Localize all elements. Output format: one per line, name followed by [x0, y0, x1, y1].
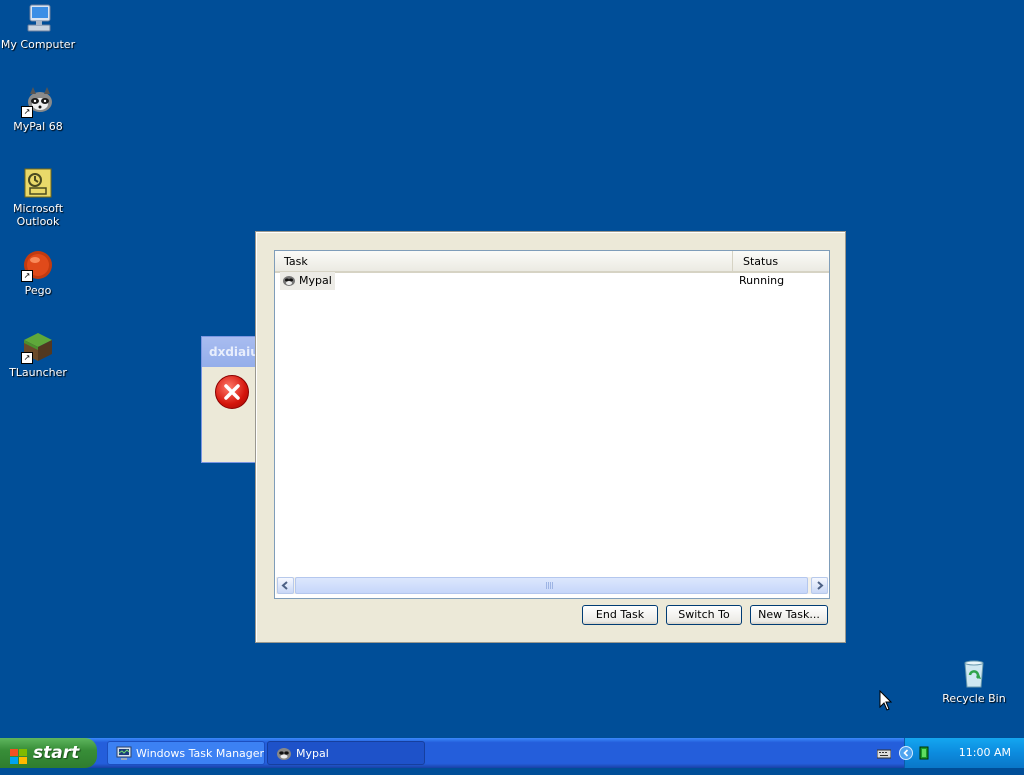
column-header-task[interactable]: Task	[275, 251, 733, 271]
task-list-header: Task Status	[275, 251, 829, 273]
raccoon-icon	[282, 274, 296, 287]
scrollbar-grip	[546, 582, 554, 589]
chevron-right-icon	[817, 581, 824, 590]
scrollbar-thumb[interactable]	[295, 577, 808, 594]
shortcut-arrow-icon: ↗	[21, 106, 33, 118]
taskbar-item-mypal[interactable]: Mypal	[267, 741, 425, 765]
my-computer-icon	[22, 3, 54, 35]
task-manager-window: Task Status Mypal Running End Task Switc…	[255, 231, 846, 643]
new-task-button[interactable]: New Task...	[750, 605, 828, 625]
error-dialog-title[interactable]: dxdiaiu	[202, 337, 262, 367]
error-dialog[interactable]: dxdiaiu	[201, 336, 263, 463]
start-label: start	[33, 743, 80, 763]
taskbar-item-task-manager[interactable]: Windows Task Manager	[107, 741, 265, 765]
taskbar: start Windows Task Manager Mypal 11:00 A…	[0, 738, 1024, 768]
desktop-icon-label: TLauncher	[9, 366, 67, 379]
desktop-icon-mypal[interactable]: ↗ MyPal 68	[0, 85, 76, 133]
horizontal-scrollbar[interactable]	[276, 577, 828, 594]
task-name-label: Mypal	[299, 274, 332, 287]
desktop-icon-my-computer[interactable]: My Computer	[0, 3, 76, 51]
pego-icon: ↗	[21, 249, 54, 282]
shortcut-arrow-icon: ↗	[21, 352, 33, 364]
raccoon-icon: ↗	[21, 85, 54, 118]
desktop-icon-label: Recycle Bin	[942, 692, 1006, 705]
grass-block-icon: ↗	[21, 331, 54, 364]
windows-flag-icon	[10, 745, 28, 764]
battery-icon[interactable]	[917, 746, 931, 760]
keyboard-icon[interactable]	[876, 746, 892, 760]
scroll-right-button[interactable]	[811, 577, 828, 594]
column-header-status[interactable]: Status	[734, 251, 829, 271]
taskbar-item-label: Windows Task Manager	[136, 747, 265, 760]
clock[interactable]: 11:00 AM	[959, 738, 1011, 768]
desktop-icon-label: Pego	[24, 284, 52, 297]
desktop-icon-recycle-bin[interactable]: Recycle Bin	[936, 657, 1012, 705]
scroll-left-button[interactable]	[277, 577, 294, 594]
chevron-left-icon[interactable]	[899, 746, 913, 760]
outlook-icon	[22, 167, 54, 199]
desktop-icon-label: Microsoft Outlook	[12, 202, 64, 228]
end-task-button[interactable]: End Task	[582, 605, 658, 625]
desktop-icon-outlook[interactable]: Microsoft Outlook	[0, 167, 76, 228]
task-status-cell: Running	[739, 274, 785, 287]
mouse-cursor-icon	[879, 689, 893, 712]
raccoon-icon	[276, 746, 292, 761]
chevron-left-icon	[281, 581, 288, 590]
table-row[interactable]: Mypal Running	[275, 272, 829, 290]
shortcut-arrow-icon: ↗	[21, 270, 33, 282]
task-list[interactable]: Task Status Mypal Running	[274, 250, 830, 599]
desktop-icon-label: MyPal 68	[13, 120, 63, 133]
desktop-icon-pego[interactable]: ↗ Pego	[0, 249, 76, 297]
desktop-icon-tlauncher[interactable]: ↗ TLauncher	[0, 331, 76, 379]
task-manager-icon	[116, 746, 132, 761]
error-icon	[215, 375, 249, 409]
switch-to-button[interactable]: Switch To	[666, 605, 742, 625]
task-name-cell[interactable]: Mypal	[280, 272, 335, 290]
taskbar-item-label: Mypal	[296, 747, 329, 760]
recycle-bin-icon	[958, 657, 990, 689]
desktop-icon-label: My Computer	[0, 38, 76, 51]
start-button[interactable]: start	[0, 738, 97, 768]
system-tray: 11:00 AM	[876, 738, 1024, 768]
